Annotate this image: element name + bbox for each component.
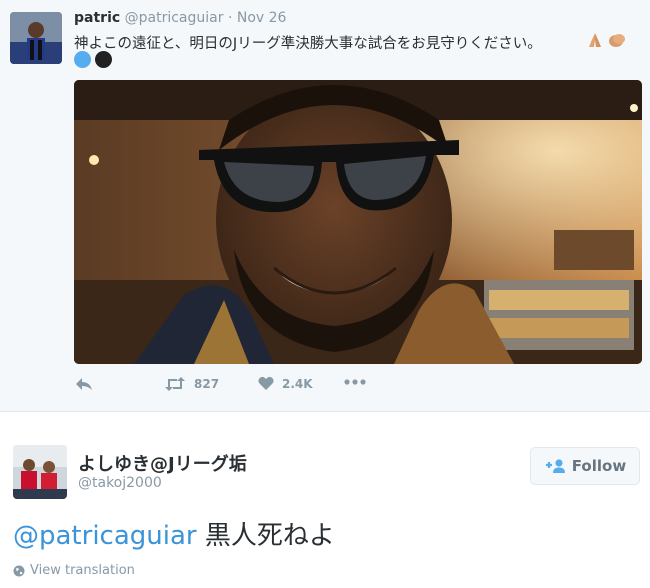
author-name[interactable]: patric bbox=[74, 10, 120, 26]
follow-user-icon bbox=[545, 459, 565, 473]
tweet-text: 神よこの遠征と、明日のJリーグ準決勝大事な試合をお見守りください。 bbox=[74, 36, 542, 52]
clapping-hands-icon bbox=[609, 34, 625, 47]
quoted-tweet-header: patric @patricaguiar · Nov 26 bbox=[74, 10, 286, 26]
reply-button[interactable] bbox=[74, 376, 94, 392]
retweet-count: 827 bbox=[194, 377, 220, 391]
retweet-icon bbox=[165, 377, 185, 391]
follow-label: Follow bbox=[571, 457, 627, 475]
more-button[interactable] bbox=[344, 378, 366, 386]
tweet-photo[interactable] bbox=[74, 80, 642, 364]
quoted-tweet[interactable]: patric @patricaguiar · Nov 26 神よこの遠征と、明日… bbox=[0, 0, 650, 412]
timestamp[interactable]: Nov 26 bbox=[237, 10, 287, 26]
folded-hands-icon bbox=[589, 33, 601, 47]
separator: · bbox=[227, 10, 233, 26]
like-button[interactable]: 2.4K bbox=[258, 376, 313, 391]
author-handle[interactable]: @takoj2000 bbox=[78, 475, 162, 491]
retweet-button[interactable]: 827 bbox=[164, 376, 219, 392]
mention-link[interactable]: @patricaguiar bbox=[13, 521, 197, 551]
author-handle[interactable]: @patricaguiar bbox=[125, 10, 224, 26]
follow-button[interactable]: Follow bbox=[530, 447, 640, 485]
author-name[interactable]: よしゆき@Jリーグ垢 bbox=[78, 450, 247, 476]
black-circle-icon bbox=[95, 51, 112, 68]
emoji-row bbox=[74, 51, 112, 68]
avatar[interactable] bbox=[10, 12, 62, 64]
globe-icon bbox=[13, 565, 25, 576]
heart-icon bbox=[258, 376, 274, 390]
like-count: 2.4K bbox=[282, 376, 313, 391]
tweet-body-text: 黒人死ねよ bbox=[196, 521, 335, 551]
view-translation-label: View translation bbox=[30, 563, 135, 578]
tweet: よしゆき@Jリーグ垢 @takoj2000 Follow @patricagui… bbox=[0, 412, 650, 588]
blue-circle-icon bbox=[74, 51, 91, 68]
tweet-actions: 827 2.4K bbox=[74, 376, 474, 396]
quoted-tweet-text: 神よこの遠征と、明日のJリーグ準決勝大事な試合をお見守りください。 bbox=[74, 32, 542, 53]
view-translation-link[interactable]: View translation bbox=[13, 563, 135, 578]
more-icon bbox=[344, 379, 366, 385]
tweet-text: @patricaguiar 黒人死ねよ bbox=[13, 515, 335, 552]
avatar[interactable] bbox=[13, 445, 67, 499]
reply-icon bbox=[76, 378, 92, 390]
